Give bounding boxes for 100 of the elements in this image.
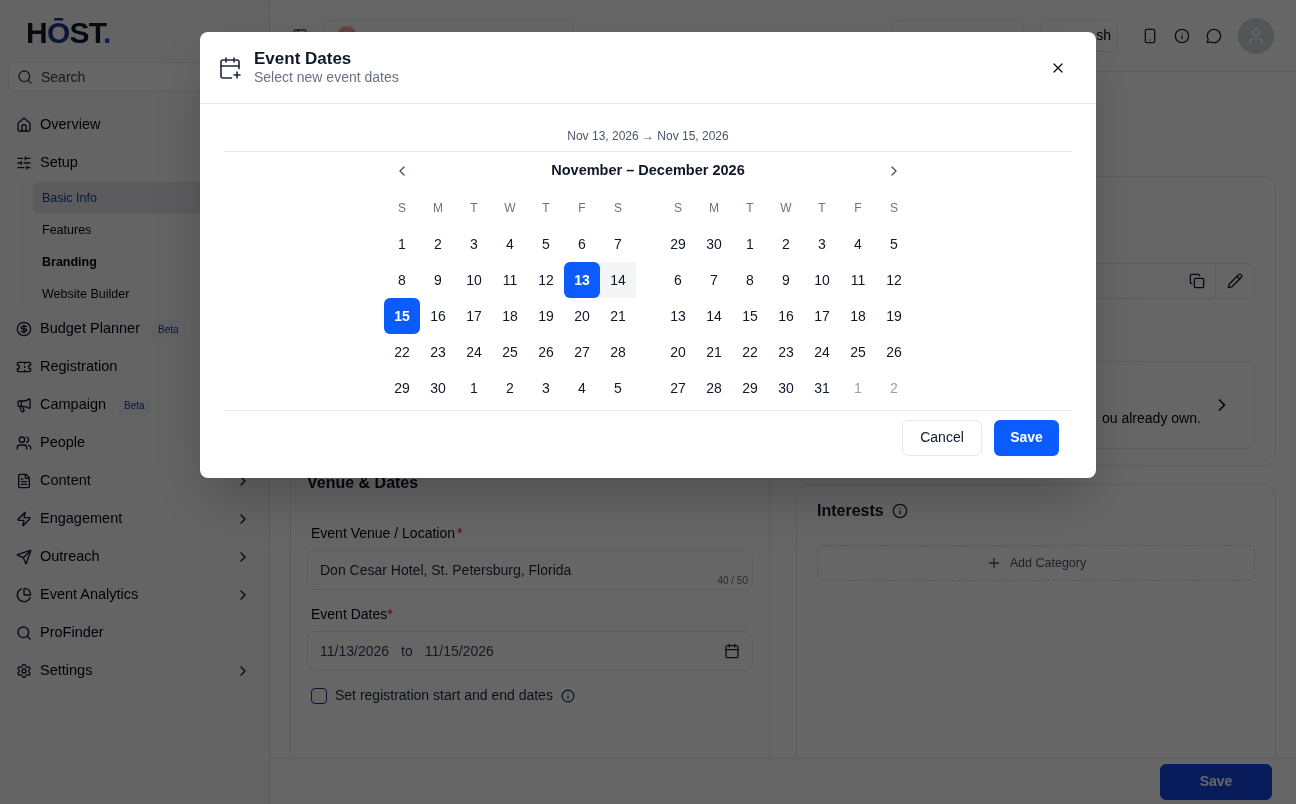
calendar-day[interactable]: 23: [420, 334, 456, 370]
calendar-day[interactable]: 4: [564, 370, 600, 406]
calendar-day[interactable]: 22: [732, 334, 768, 370]
calendar-day[interactable]: 20: [564, 298, 600, 334]
calendar-day[interactable]: 30: [768, 370, 804, 406]
calendar-day[interactable]: 4: [492, 226, 528, 262]
calendar-day[interactable]: 25: [492, 334, 528, 370]
calendar-day[interactable]: 16: [768, 298, 804, 334]
calendar-day[interactable]: 26: [528, 334, 564, 370]
field-label: Event Venue / Location: [311, 524, 455, 543]
cancel-button[interactable]: Cancel: [902, 419, 982, 456]
calendar-day[interactable]: 2: [420, 226, 456, 262]
calendar-day[interactable]: 14: [600, 262, 636, 298]
calendar-day[interactable]: 12: [528, 262, 564, 298]
ticket-icon: [16, 359, 32, 375]
nav-item[interactable]: Settings: [0, 652, 269, 690]
nav-item[interactable]: Campaign Beta: [0, 386, 269, 424]
calendar-day[interactable]: 3: [804, 226, 840, 262]
nav-item[interactable]: Registration: [0, 348, 269, 386]
calendar-day[interactable]: 12: [876, 262, 912, 298]
calendar-day[interactable]: 1: [384, 226, 420, 262]
calendar-day[interactable]: 3: [456, 226, 492, 262]
calendar-day[interactable]: 31: [804, 370, 840, 406]
selected-range: Nov 13, 2026 → Nov 15, 2026: [567, 127, 729, 145]
calendar-day[interactable]: 2: [492, 370, 528, 406]
calendar-day[interactable]: 21: [696, 334, 732, 370]
lightning-icon: [16, 511, 32, 527]
required-mark: *: [387, 605, 393, 624]
calendar-day[interactable]: 2: [768, 226, 804, 262]
calendar-day[interactable]: 9: [420, 262, 456, 298]
calendar-day[interactable]: 23: [768, 334, 804, 370]
calendar-day[interactable]: 26: [876, 334, 912, 370]
calendar-day[interactable]: 24: [804, 334, 840, 370]
weekday-label: T: [817, 200, 827, 217]
calendar-day[interactable]: 1: [456, 370, 492, 406]
beta-badge: Beta: [151, 319, 185, 339]
nav-item[interactable]: Setup: [0, 144, 269, 182]
info-icon[interactable]: [1174, 27, 1190, 44]
nav-label: Engagement: [40, 509, 123, 529]
calendar-day[interactable]: 14: [696, 298, 732, 334]
calendar-day[interactable]: 29: [732, 370, 768, 406]
start-date: 11/13/2026: [320, 641, 390, 661]
calendar-day[interactable]: 20: [660, 334, 696, 370]
calendar-day[interactable]: 5: [528, 226, 564, 262]
calendar-day[interactable]: 28: [600, 334, 636, 370]
calendar-day[interactable]: 11: [840, 262, 876, 298]
calendar-day[interactable]: 21: [600, 298, 636, 334]
nav-item[interactable]: Outreach: [0, 538, 269, 576]
users-icon: [16, 435, 32, 451]
info-icon: [891, 503, 908, 519]
nav-item[interactable]: Event Analytics: [0, 576, 269, 614]
calendar-day[interactable]: 24: [456, 334, 492, 370]
calendar-day[interactable]: 3: [528, 370, 564, 406]
save-button[interactable]: Save: [994, 419, 1059, 456]
calendar-day[interactable]: 5: [876, 226, 912, 262]
nav-item[interactable]: Budget Planner Beta: [0, 310, 269, 348]
calendar-day[interactable]: 30: [420, 370, 456, 406]
calendar-day[interactable]: 11: [492, 262, 528, 298]
calendar-day[interactable]: 29: [384, 370, 420, 406]
nav-item[interactable]: People: [0, 424, 269, 462]
phone-icon[interactable]: [1142, 27, 1158, 44]
nav-label: Settings: [40, 661, 93, 681]
nav-item[interactable]: Content: [0, 462, 269, 500]
calendar-day[interactable]: 5: [600, 370, 636, 406]
calendar-day[interactable]: 6: [564, 226, 600, 262]
calendar-day[interactable]: 10: [456, 262, 492, 298]
calendar-day[interactable]: 4: [840, 226, 876, 262]
calendar-day[interactable]: 27: [564, 334, 600, 370]
calendar-day[interactable]: 13: [660, 298, 696, 334]
calendar-day[interactable]: 17: [804, 298, 840, 334]
calendar-day[interactable]: 30: [696, 226, 732, 262]
nav-item[interactable]: ProFinder: [0, 614, 269, 652]
pencil-icon: [1227, 273, 1243, 289]
nav-item[interactable]: Overview: [0, 106, 269, 144]
calendar-day[interactable]: 19: [876, 298, 912, 334]
calendar-day[interactable]: 17: [456, 298, 492, 334]
calendar-day[interactable]: 10: [804, 262, 840, 298]
calendar-day[interactable]: 16: [420, 298, 456, 334]
weekday-label: S: [673, 200, 683, 217]
calendar-day[interactable]: 29: [660, 226, 696, 262]
calendar-day[interactable]: 18: [492, 298, 528, 334]
calendar-day[interactable]: 13: [564, 262, 600, 298]
calendar-day[interactable]: 22: [384, 334, 420, 370]
calendar-day[interactable]: 7: [696, 262, 732, 298]
calendar-day[interactable]: 8: [732, 262, 768, 298]
calendar-day[interactable]: 9: [768, 262, 804, 298]
calendar-day[interactable]: 6: [660, 262, 696, 298]
calendar-day[interactable]: 7: [600, 226, 636, 262]
nav-item[interactable]: Engagement: [0, 500, 269, 538]
calendar-day[interactable]: 1: [732, 226, 768, 262]
calendar-day[interactable]: 18: [840, 298, 876, 334]
calendar-day[interactable]: 8: [384, 262, 420, 298]
calendar-day[interactable]: 15: [732, 298, 768, 334]
calendar-day[interactable]: 25: [840, 334, 876, 370]
checkbox[interactable]: [311, 687, 327, 704]
calendar-day[interactable]: 19: [528, 298, 564, 334]
calendar-day[interactable]: 27: [660, 370, 696, 406]
calendar-day[interactable]: 15: [384, 298, 420, 334]
calendar-day[interactable]: 28: [696, 370, 732, 406]
chat-icon[interactable]: [1206, 27, 1222, 44]
